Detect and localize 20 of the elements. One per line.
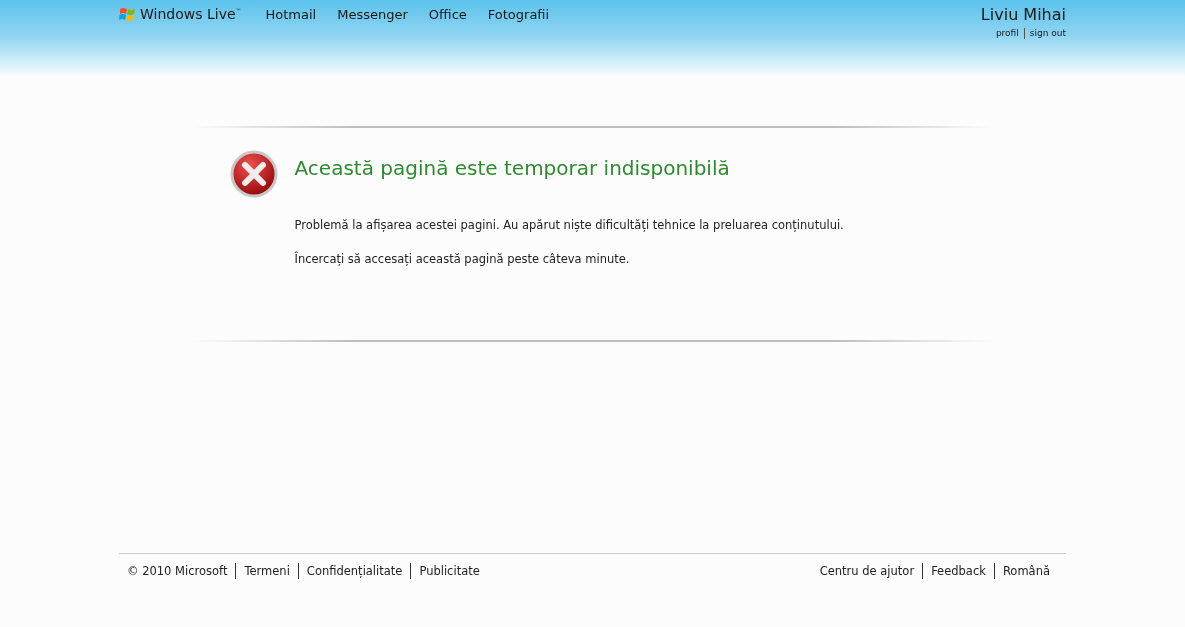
brand-logo[interactable]: Windows Live$^{™}$ (140, 6, 242, 22)
account-link[interactable]: sign out (1023, 28, 1066, 39)
error-icon (229, 150, 278, 198)
account-link[interactable]: profil (995, 28, 1024, 39)
footer-link[interactable]: Confidențialitate (297, 563, 411, 579)
footer-link[interactable]: Publicitate (410, 563, 488, 579)
footer-link[interactable]: Română (993, 563, 1058, 579)
user-name: Liviu Mihai (980, 5, 1066, 24)
nav-link[interactable]: Messenger (337, 6, 408, 22)
error-title: Această pagină este temporar indisponibilă (294, 156, 731, 180)
nav-link[interactable]: Fotografii (487, 6, 550, 22)
nav-link[interactable]: Office (428, 6, 467, 22)
flag-logo-icon (119, 6, 136, 22)
footer-link[interactable]: Feedback (922, 563, 994, 579)
error-message: Încercați să accesați această pagină peste câteva minute. (294, 252, 631, 266)
nav-link[interactable]: Hotmail (265, 6, 317, 22)
footer-link[interactable]: Centru de ajutor (819, 563, 923, 579)
copyright-text: © 2010 Microsoft (127, 563, 229, 579)
footer-link[interactable]: Termeni (235, 563, 298, 579)
error-message: Problemă la afișarea acestei pagini. Au apărut niște dificultăți tehnice la preluarea conținutului. (294, 218, 845, 232)
